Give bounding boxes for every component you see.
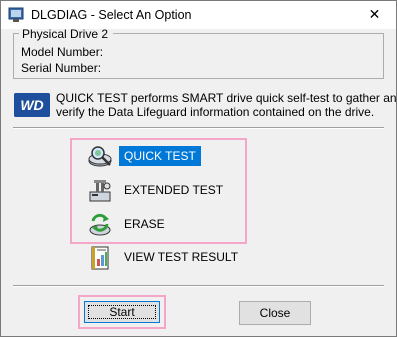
description-line-1: QUICK TEST performs SMART drive quick se… xyxy=(56,91,397,105)
dialog-window: DLGDIAG - Select An Option ✕ Physical Dr… xyxy=(0,0,397,337)
option-erase[interactable]: ERASE xyxy=(87,213,197,236)
window-title: DLGDIAG - Select An Option xyxy=(31,8,192,22)
option-quick-test[interactable]: QUICK TEST xyxy=(87,146,201,168)
disk-tools-icon xyxy=(89,180,111,202)
option-extended-test[interactable]: EXTENDED TEST xyxy=(87,180,227,202)
magnifier-disk-icon xyxy=(88,146,112,167)
drive-legend: Physical Drive 2 xyxy=(22,27,109,41)
erase-label: ERASE xyxy=(124,217,165,231)
groupbox-top-right xyxy=(113,33,384,34)
wd-logo-text: WD xyxy=(20,97,43,113)
extended-test-label: EXTENDED TEST xyxy=(124,183,224,197)
option-view-test-result[interactable]: VIEW TEST RESULT xyxy=(87,246,247,270)
close-button[interactable]: Close xyxy=(239,301,311,325)
serial-number-label: Serial Number: xyxy=(21,61,102,75)
recycle-disk-icon xyxy=(89,213,111,236)
close-button-label: Close xyxy=(259,306,291,320)
separator-bottom xyxy=(13,285,384,287)
quick-test-label: QUICK TEST xyxy=(119,146,201,166)
close-icon: ✕ xyxy=(368,7,381,23)
model-number-label: Model Number: xyxy=(21,45,104,59)
close-window-button[interactable]: ✕ xyxy=(353,1,396,29)
description-line-2: verify the Data Lifeguard information co… xyxy=(56,105,375,119)
view-test-result-label: VIEW TEST RESULT xyxy=(124,250,239,264)
separator-top xyxy=(13,127,384,129)
groupbox-top-left xyxy=(13,33,19,34)
start-button-label: Start xyxy=(109,305,135,319)
wd-logo-icon: WD xyxy=(14,93,50,117)
start-button[interactable]: Start xyxy=(84,301,160,323)
app-icon xyxy=(8,7,24,22)
title-bar[interactable]: DLGDIAG - Select An Option ✕ xyxy=(1,1,396,29)
report-chart-icon xyxy=(91,246,109,270)
